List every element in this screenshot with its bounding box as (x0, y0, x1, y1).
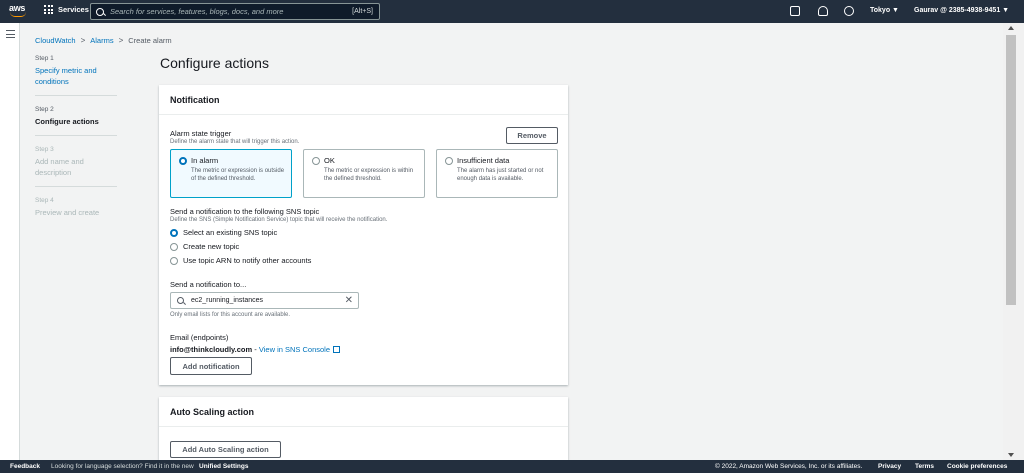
bell-icon[interactable] (818, 6, 828, 16)
chevron-right-icon: > (80, 36, 86, 45)
services-label: Services (58, 5, 89, 14)
scroll-up-icon[interactable] (1008, 26, 1014, 30)
wizard-steps: Step 1 Specify metric and conditions Ste… (35, 55, 117, 236)
breadcrumb-current: Create alarm (128, 36, 172, 45)
region-selector[interactable]: Tokyo ▼ (870, 7, 899, 14)
radio-icon (170, 228, 178, 237)
footer: Feedback Looking for language selection?… (0, 460, 1024, 473)
sns-topic-label: Send a notification to the following SNS… (170, 207, 320, 216)
search-icon (96, 7, 104, 16)
scroll-down-icon[interactable] (1008, 453, 1014, 457)
radio-icon (445, 157, 453, 165)
step-number: Step 3 (35, 146, 54, 153)
add-notification-button[interactable]: Add notification (170, 357, 252, 375)
tile-title: In alarm (191, 156, 219, 165)
tile-title: Insufficient data (457, 156, 510, 165)
option-existing-topic[interactable]: Select an existing SNS topic (170, 228, 277, 237)
account-menu[interactable]: Gaurav @ 2385-4938-9451 ▼ (914, 7, 1009, 14)
view-sns-console-link[interactable]: View in SNS Console (259, 345, 330, 354)
alarm-state-trigger-desc: Define the alarm state that will trigger… (170, 139, 300, 145)
email-separator: - (252, 345, 259, 354)
step-3-label: Add name and description (35, 157, 84, 177)
step-4-label: Preview and create (35, 208, 100, 217)
page-title: Configure actions (160, 55, 269, 71)
option-label: Create new topic (183, 242, 240, 251)
feedback-link[interactable]: Feedback (10, 463, 40, 470)
aws-logo[interactable]: aws (9, 3, 29, 20)
step-2-label: Configure actions (35, 117, 99, 126)
terms-link[interactable]: Terms (915, 463, 934, 470)
breadcrumb: CloudWatch > Alarms > Create alarm (35, 36, 172, 45)
search-placeholder: Search for services, features, blogs, do… (110, 7, 284, 16)
step-4: Step 4 Preview and create (35, 197, 117, 226)
scrollbar[interactable] (1003, 23, 1024, 460)
step-number: Step 4 (35, 197, 54, 204)
menu-icon[interactable] (6, 30, 15, 41)
add-auto-scaling-button[interactable]: Add Auto Scaling action (170, 441, 281, 458)
breadcrumb-cloudwatch[interactable]: CloudWatch (35, 36, 76, 45)
services-menu[interactable]: Services (44, 5, 89, 14)
copyright: © 2022, Amazon Web Services, Inc. or its… (715, 463, 863, 470)
email-endpoints: info@thinkcloudly.com - View in SNS Cons… (170, 345, 341, 354)
external-link-icon (333, 346, 341, 353)
help-icon[interactable] (844, 6, 854, 16)
cookie-preferences-link[interactable]: Cookie preferences (947, 463, 1007, 470)
language-text: Looking for language selection? Find it … (51, 463, 194, 470)
radio-icon (312, 157, 320, 165)
step-2: Step 2 Configure actions (35, 106, 117, 136)
search-shortcut: [Alt+S] (352, 8, 373, 15)
remove-button[interactable]: Remove (506, 127, 558, 144)
option-new-topic[interactable]: Create new topic (170, 242, 239, 251)
step-3: Step 3 Add name and description (35, 146, 117, 187)
tile-title: OK (324, 156, 335, 165)
send-to-hint: Only email lists for this account are av… (170, 312, 291, 318)
tile-insufficient-data[interactable]: Insufficient data The alarm has just sta… (436, 149, 558, 198)
notification-header: Notification (159, 85, 568, 115)
aws-smile-icon (10, 12, 26, 17)
grid-icon (44, 5, 53, 14)
radio-icon (170, 242, 178, 251)
unified-settings-link[interactable]: Unified Settings (199, 463, 248, 470)
email-label: Email (endpoints) (170, 333, 229, 342)
sns-topic-desc: Define the SNS (Simple Notification Serv… (170, 217, 388, 223)
tile-desc: The metric or expression is outside of t… (191, 168, 285, 182)
side-rail (0, 23, 20, 460)
email-value: info@thinkcloudly.com (170, 345, 253, 354)
cloudshell-icon[interactable] (790, 6, 800, 16)
auto-scaling-header: Auto Scaling action (159, 397, 568, 427)
radio-icon (179, 157, 187, 165)
option-label: Use topic ARN to notify other accounts (183, 256, 312, 265)
option-topic-arn[interactable]: Use topic ARN to notify other accounts (170, 256, 311, 265)
scrollbar-thumb[interactable] (1006, 35, 1016, 305)
tile-ok[interactable]: OK The metric or expression is within th… (303, 149, 425, 198)
clear-icon[interactable]: ✕ (345, 295, 353, 306)
search-icon (177, 297, 184, 304)
breadcrumb-alarms[interactable]: Alarms (90, 36, 113, 45)
step-number: Step 1 (35, 55, 54, 62)
sns-topic-value: ec2_running_instances (191, 297, 263, 304)
step-1-link[interactable]: Specify metric and conditions (35, 65, 117, 87)
top-navigation: aws Services Search for services, featur… (0, 0, 1024, 23)
tile-desc: The metric or expression is within the d… (324, 168, 414, 182)
step-1: Step 1 Specify metric and conditions (35, 55, 117, 96)
send-to-label: Send a notification to... (170, 280, 247, 289)
step-number: Step 2 (35, 106, 54, 113)
search-input[interactable]: Search for services, features, blogs, do… (90, 3, 380, 20)
tile-in-alarm[interactable]: In alarm The metric or expression is out… (170, 149, 292, 198)
tile-desc: The alarm has just started or not enough… (457, 168, 544, 182)
chevron-right-icon: > (118, 36, 124, 45)
privacy-link[interactable]: Privacy (878, 463, 901, 470)
sns-topic-search-field[interactable]: ec2_running_instances ✕ (170, 292, 359, 309)
alarm-state-trigger-label: Alarm state trigger (170, 129, 232, 138)
radio-icon (170, 256, 178, 265)
option-label: Select an existing SNS topic (183, 228, 278, 237)
